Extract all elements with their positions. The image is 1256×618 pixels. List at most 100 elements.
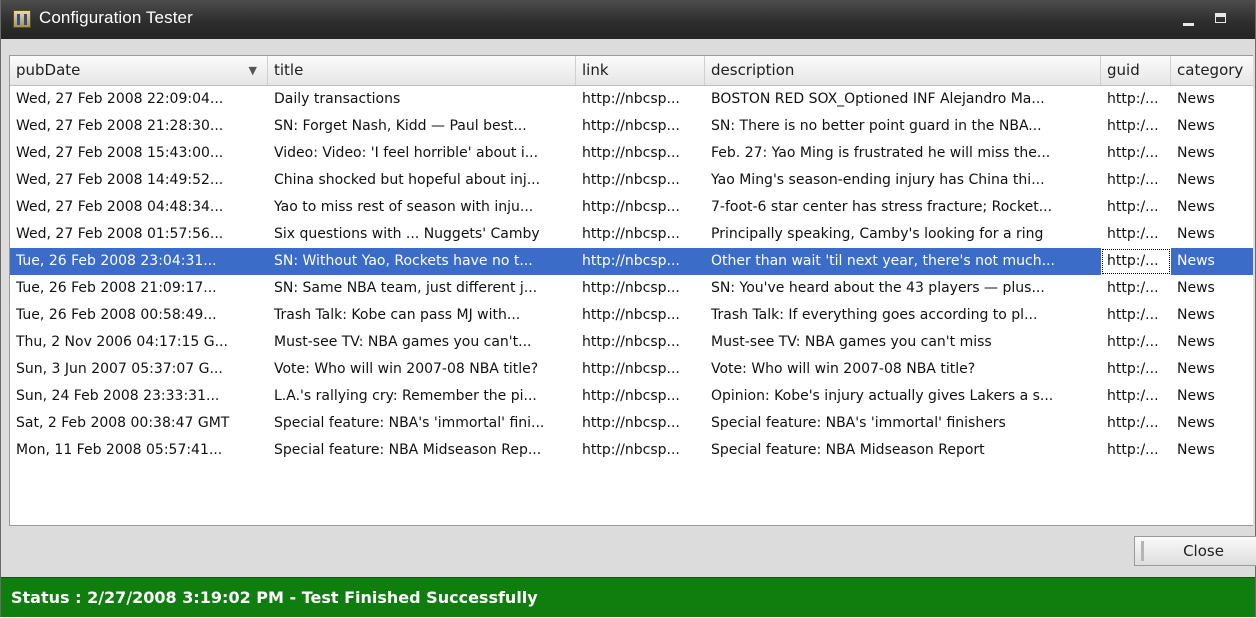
cell-category[interactable]: News — [1171, 410, 1253, 437]
cell-pubdate[interactable]: Thu, 2 Nov 2006 04:17:15 G... — [10, 329, 268, 356]
cell-description[interactable]: Special feature: NBA Midseason Report — [705, 437, 1101, 464]
cell-description[interactable]: BOSTON RED SOX_Optioned INF Alejandro Ma… — [705, 86, 1101, 113]
cell-category[interactable]: News — [1171, 437, 1253, 464]
cell-link[interactable]: http://nbcsp... — [576, 356, 705, 383]
maximize-button[interactable] — [1211, 8, 1233, 30]
cell-link[interactable]: http://nbcsp... — [576, 410, 705, 437]
cell-title[interactable]: Vote: Who will win 2007-08 NBA title? — [268, 356, 576, 383]
cell-guid[interactable]: http:/... — [1101, 167, 1171, 194]
cell-category[interactable]: News — [1171, 140, 1253, 167]
cell-link[interactable]: http://nbcsp... — [576, 248, 705, 275]
cell-guid[interactable]: http:/... — [1101, 194, 1171, 221]
cell-pubdate[interactable]: Tue, 26 Feb 2008 00:58:49... — [10, 302, 268, 329]
cell-description[interactable]: Vote: Who will win 2007-08 NBA title? — [705, 356, 1101, 383]
cell-title[interactable]: Six questions with ... Nuggets' Camby — [268, 221, 576, 248]
cell-link[interactable]: http://nbcsp... — [576, 302, 705, 329]
cell-link[interactable]: http://nbcsp... — [576, 167, 705, 194]
cell-title[interactable]: SN: Forget Nash, Kidd — Paul best... — [268, 113, 576, 140]
table-row[interactable]: Sun, 3 Jun 2007 05:37:07 G... Vote: Who w… — [10, 356, 1253, 383]
cell-category[interactable]: News — [1171, 356, 1253, 383]
cell-pubdate[interactable]: Tue, 26 Feb 2008 21:09:17... — [10, 275, 268, 302]
cell-link[interactable]: http://nbcsp... — [576, 383, 705, 410]
table-row[interactable]: Sun, 24 Feb 2008 23:33:31... L.A.'s rally… — [10, 383, 1253, 410]
cell-guid[interactable]: http:/... — [1101, 383, 1171, 410]
cell-title[interactable]: L.A.'s rallying cry: Remember the pi... — [268, 383, 576, 410]
table-row[interactable]: Wed, 27 Feb 2008 04:48:34... Yao to miss … — [10, 194, 1253, 221]
close-button[interactable]: Close — [1134, 536, 1256, 566]
cell-pubdate[interactable]: Wed, 27 Feb 2008 15:43:00... — [10, 140, 268, 167]
column-header-title[interactable]: title — [268, 56, 576, 85]
minimize-button[interactable] — [1177, 8, 1199, 30]
table-row[interactable]: Sat, 2 Feb 2008 00:38:47 GMT Special feat… — [10, 410, 1253, 437]
cell-pubdate[interactable]: Wed, 27 Feb 2008 01:57:56... — [10, 221, 268, 248]
cell-description[interactable]: Opinion: Kobe's injury actually gives La… — [705, 383, 1101, 410]
cell-title[interactable]: Special feature: NBA's 'immortal' fini..… — [268, 410, 576, 437]
cell-title[interactable]: Special feature: NBA Midseason Rep... — [268, 437, 576, 464]
table-row[interactable]: Wed, 27 Feb 2008 14:49:52... China shocke… — [10, 167, 1253, 194]
cell-title[interactable]: Daily transactions — [268, 86, 576, 113]
cell-guid[interactable]: http:/... — [1101, 275, 1171, 302]
cell-description[interactable]: Other than wait 'til next year, there's … — [705, 248, 1101, 275]
cell-link[interactable]: http://nbcsp... — [576, 221, 705, 248]
cell-pubdate[interactable]: Tue, 26 Feb 2008 23:04:31... — [10, 248, 268, 275]
cell-pubdate[interactable]: Wed, 27 Feb 2008 21:28:30... — [10, 113, 268, 140]
table-row[interactable]: Tue, 26 Feb 2008 21:09:17... SN: Same NBA… — [10, 275, 1253, 302]
cell-link[interactable]: http://nbcsp... — [576, 194, 705, 221]
cell-category[interactable]: News — [1171, 167, 1253, 194]
cell-category[interactable]: News — [1171, 194, 1253, 221]
cell-title[interactable]: Must-see TV: NBA games you can't... — [268, 329, 576, 356]
cell-category[interactable]: News — [1171, 383, 1253, 410]
cell-guid[interactable]: http:/... — [1101, 86, 1171, 113]
cell-category[interactable]: News — [1171, 113, 1253, 140]
results-grid[interactable]: pubDate ▼ title link description guid ca… — [9, 55, 1253, 526]
cell-title[interactable]: SN: Same NBA team, just different j... — [268, 275, 576, 302]
column-header-description[interactable]: description — [705, 56, 1101, 85]
cell-description[interactable]: SN: You've heard about the 43 players — … — [705, 275, 1101, 302]
cell-link[interactable]: http://nbcsp... — [576, 86, 705, 113]
column-header-link[interactable]: link — [576, 56, 705, 85]
cell-description[interactable]: 7-foot-6 star center has stress fracture… — [705, 194, 1101, 221]
table-row[interactable]: Tue, 26 Feb 2008 00:58:49... Trash Talk: … — [10, 302, 1253, 329]
cell-title[interactable]: Yao to miss rest of season with inju... — [268, 194, 576, 221]
cell-pubdate[interactable]: Wed, 27 Feb 2008 14:49:52... — [10, 167, 268, 194]
cell-title[interactable]: Video: Video: 'I feel horrible' about i.… — [268, 140, 576, 167]
column-header-pubdate[interactable]: pubDate ▼ — [10, 56, 268, 85]
table-row[interactable]: Wed, 27 Feb 2008 21:28:30... SN: Forget N… — [10, 113, 1253, 140]
table-row[interactable]: Wed, 27 Feb 2008 15:43:00... Video: Video… — [10, 140, 1253, 167]
cell-title[interactable]: SN: Without Yao, Rockets have no t... — [268, 248, 576, 275]
cell-category[interactable]: News — [1171, 275, 1253, 302]
cell-guid[interactable]: http:/... — [1101, 302, 1171, 329]
cell-description[interactable]: Feb. 27: Yao Ming is frustrated he will … — [705, 140, 1101, 167]
cell-description[interactable]: Must-see TV: NBA games you can't miss — [705, 329, 1101, 356]
cell-category[interactable]: News — [1171, 329, 1253, 356]
cell-guid[interactable]: http:/... — [1101, 221, 1171, 248]
cell-description[interactable]: Trash Talk: If everything goes according… — [705, 302, 1101, 329]
table-row[interactable]: Tue, 26 Feb 2008 23:04:31... SN: Without … — [10, 248, 1253, 275]
cell-link[interactable]: http://nbcsp... — [576, 437, 705, 464]
cell-guid[interactable]: http:/... — [1101, 329, 1171, 356]
cell-pubdate[interactable]: Sun, 3 Jun 2007 05:37:07 G... — [10, 356, 268, 383]
cell-guid[interactable]: http:/... — [1101, 140, 1171, 167]
table-row[interactable]: Wed, 27 Feb 2008 22:09:04... Daily transa… — [10, 86, 1253, 113]
cell-description[interactable]: Principally speaking, Camby's looking fo… — [705, 221, 1101, 248]
cell-guid[interactable]: http:/... — [1101, 248, 1171, 275]
cell-pubdate[interactable]: Sun, 24 Feb 2008 23:33:31... — [10, 383, 268, 410]
cell-title[interactable]: Trash Talk: Kobe can pass MJ with... — [268, 302, 576, 329]
cell-category[interactable]: News — [1171, 86, 1253, 113]
cell-category[interactable]: News — [1171, 302, 1253, 329]
cell-link[interactable]: http://nbcsp... — [576, 140, 705, 167]
cell-description[interactable]: Yao Ming's season-ending injury has Chin… — [705, 167, 1101, 194]
table-row[interactable]: Wed, 27 Feb 2008 01:57:56... Six question… — [10, 221, 1253, 248]
table-row[interactable]: Mon, 11 Feb 2008 05:57:41... Special feat… — [10, 437, 1253, 464]
cell-guid[interactable]: http:/... — [1101, 410, 1171, 437]
title-bar[interactable]: Configuration Tester — [1, 0, 1255, 39]
cell-title[interactable]: China shocked but hopeful about inj... — [268, 167, 576, 194]
column-header-guid[interactable]: guid — [1101, 56, 1171, 85]
cell-guid[interactable]: http:/... — [1101, 437, 1171, 464]
cell-link[interactable]: http://nbcsp... — [576, 275, 705, 302]
cell-link[interactable]: http://nbcsp... — [576, 329, 705, 356]
cell-pubdate[interactable]: Mon, 11 Feb 2008 05:57:41... — [10, 437, 268, 464]
table-row[interactable]: Thu, 2 Nov 2006 04:17:15 G... Must-see TV… — [10, 329, 1253, 356]
cell-pubdate[interactable]: Wed, 27 Feb 2008 22:09:04... — [10, 86, 268, 113]
cell-description[interactable]: Special feature: NBA's 'immortal' finish… — [705, 410, 1101, 437]
